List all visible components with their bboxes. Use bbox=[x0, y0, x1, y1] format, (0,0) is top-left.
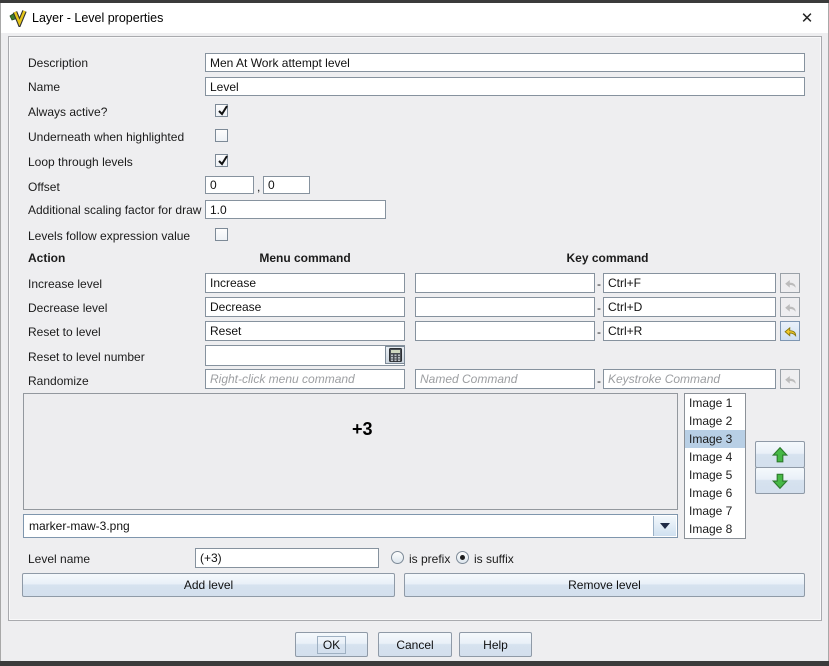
increase-level-label: Increase level bbox=[28, 277, 102, 291]
menu-command-column-header: Menu command bbox=[205, 251, 405, 265]
background-window-edge-bottom bbox=[0, 661, 829, 666]
is-suffix-radio[interactable] bbox=[456, 551, 469, 564]
offset-separator: , bbox=[257, 180, 260, 194]
follow-expression-label: Levels follow expression value bbox=[28, 229, 190, 243]
arrow-down-icon bbox=[771, 472, 789, 490]
increase-keystroke-input[interactable] bbox=[603, 273, 776, 293]
chevron-down-icon[interactable] bbox=[653, 516, 676, 536]
offset-y-input[interactable] bbox=[263, 176, 310, 194]
window-title: Layer - Level properties bbox=[32, 11, 163, 25]
cancel-button[interactable]: Cancel bbox=[378, 632, 452, 657]
is-prefix-radio[interactable] bbox=[391, 551, 404, 564]
ok-button[interactable]: OK bbox=[295, 632, 368, 657]
list-item-image-7[interactable]: Image 7 bbox=[685, 502, 745, 520]
loop-levels-checkbox[interactable] bbox=[215, 154, 228, 167]
preview-marker-text: +3 bbox=[352, 419, 373, 440]
list-item-image-1[interactable]: Image 1 bbox=[685, 394, 745, 412]
calculator-icon[interactable] bbox=[385, 346, 405, 364]
list-item-image-5[interactable]: Image 5 bbox=[685, 466, 745, 484]
decrease-keystroke-input[interactable] bbox=[603, 297, 776, 317]
level-name-input[interactable] bbox=[195, 548, 379, 568]
close-icon[interactable]: ✕ bbox=[796, 8, 818, 30]
add-level-button[interactable]: Add level bbox=[22, 573, 395, 597]
randomize-keystroke-input[interactable] bbox=[603, 369, 776, 389]
increase-named-command-input[interactable] bbox=[415, 273, 595, 293]
ok-button-label: OK bbox=[317, 636, 346, 654]
follow-expression-checkbox[interactable] bbox=[215, 228, 228, 241]
decrease-undo-button[interactable] bbox=[780, 297, 800, 317]
randomize-named-command-input[interactable] bbox=[415, 369, 595, 389]
increase-menu-input[interactable] bbox=[205, 273, 405, 293]
vassal-logo-icon bbox=[9, 9, 29, 27]
randomize-key-separator: - bbox=[597, 374, 601, 388]
move-level-up-button[interactable] bbox=[755, 441, 805, 468]
decrease-named-command-input[interactable] bbox=[415, 297, 595, 317]
reset-level-number-label: Reset to level number bbox=[28, 350, 145, 364]
reset-menu-input[interactable] bbox=[205, 321, 405, 341]
decrease-level-label: Decrease level bbox=[28, 301, 107, 315]
scaling-label: Additional scaling factor for draw bbox=[28, 203, 201, 217]
increase-undo-button[interactable] bbox=[780, 273, 800, 293]
name-label: Name bbox=[28, 80, 60, 94]
title-bar: Layer - Level properties ✕ bbox=[1, 3, 828, 33]
increase-key-separator: - bbox=[597, 277, 601, 291]
is-prefix-label: is prefix bbox=[409, 552, 450, 566]
description-input[interactable] bbox=[205, 53, 805, 72]
randomize-label: Randomize bbox=[28, 374, 89, 388]
list-item-image-4[interactable]: Image 4 bbox=[685, 448, 745, 466]
randomize-undo-button[interactable] bbox=[780, 369, 800, 389]
image-file-name: marker-maw-3.png bbox=[29, 519, 130, 533]
image-list: Image 1 Image 2 Image 3 Image 4 Image 5 … bbox=[684, 393, 746, 539]
always-active-label: Always active? bbox=[28, 105, 107, 119]
underneath-checkbox[interactable] bbox=[215, 129, 228, 142]
reset-keystroke-input[interactable] bbox=[603, 321, 776, 341]
remove-level-button[interactable]: Remove level bbox=[404, 573, 805, 597]
list-item-image-8[interactable]: Image 8 bbox=[685, 520, 745, 538]
level-image-preview bbox=[23, 393, 678, 510]
list-item-image-6[interactable]: Image 6 bbox=[685, 484, 745, 502]
move-level-down-button[interactable] bbox=[755, 467, 805, 494]
help-button[interactable]: Help bbox=[459, 632, 532, 657]
reset-undo-button[interactable] bbox=[780, 321, 800, 341]
offset-x-input[interactable] bbox=[205, 176, 254, 194]
decrease-menu-input[interactable] bbox=[205, 297, 405, 317]
always-active-checkbox[interactable] bbox=[215, 104, 228, 117]
is-suffix-label: is suffix bbox=[474, 552, 514, 566]
decrease-key-separator: - bbox=[597, 301, 601, 315]
randomize-menu-input[interactable] bbox=[205, 369, 405, 389]
underneath-label: Underneath when highlighted bbox=[28, 130, 184, 144]
list-item-image-3[interactable]: Image 3 bbox=[685, 430, 745, 448]
name-input[interactable] bbox=[205, 77, 805, 96]
reset-named-command-input[interactable] bbox=[415, 321, 595, 341]
loop-levels-label: Loop through levels bbox=[28, 155, 133, 169]
description-label: Description bbox=[28, 56, 88, 70]
arrow-up-icon bbox=[771, 446, 789, 464]
action-column-header: Action bbox=[28, 251, 65, 265]
offset-label: Offset bbox=[28, 180, 60, 194]
key-command-column-header: Key command bbox=[415, 251, 800, 265]
scaling-input[interactable] bbox=[205, 200, 386, 219]
reset-key-separator: - bbox=[597, 325, 601, 339]
image-file-combobox[interactable]: marker-maw-3.png bbox=[23, 514, 678, 538]
list-item-image-2[interactable]: Image 2 bbox=[685, 412, 745, 430]
reset-level-label: Reset to level bbox=[28, 325, 101, 339]
dialog-layer-level-properties: Layer - Level properties ✕ Description N… bbox=[0, 0, 829, 666]
level-name-label: Level name bbox=[28, 552, 90, 566]
reset-level-number-input[interactable] bbox=[205, 345, 405, 366]
